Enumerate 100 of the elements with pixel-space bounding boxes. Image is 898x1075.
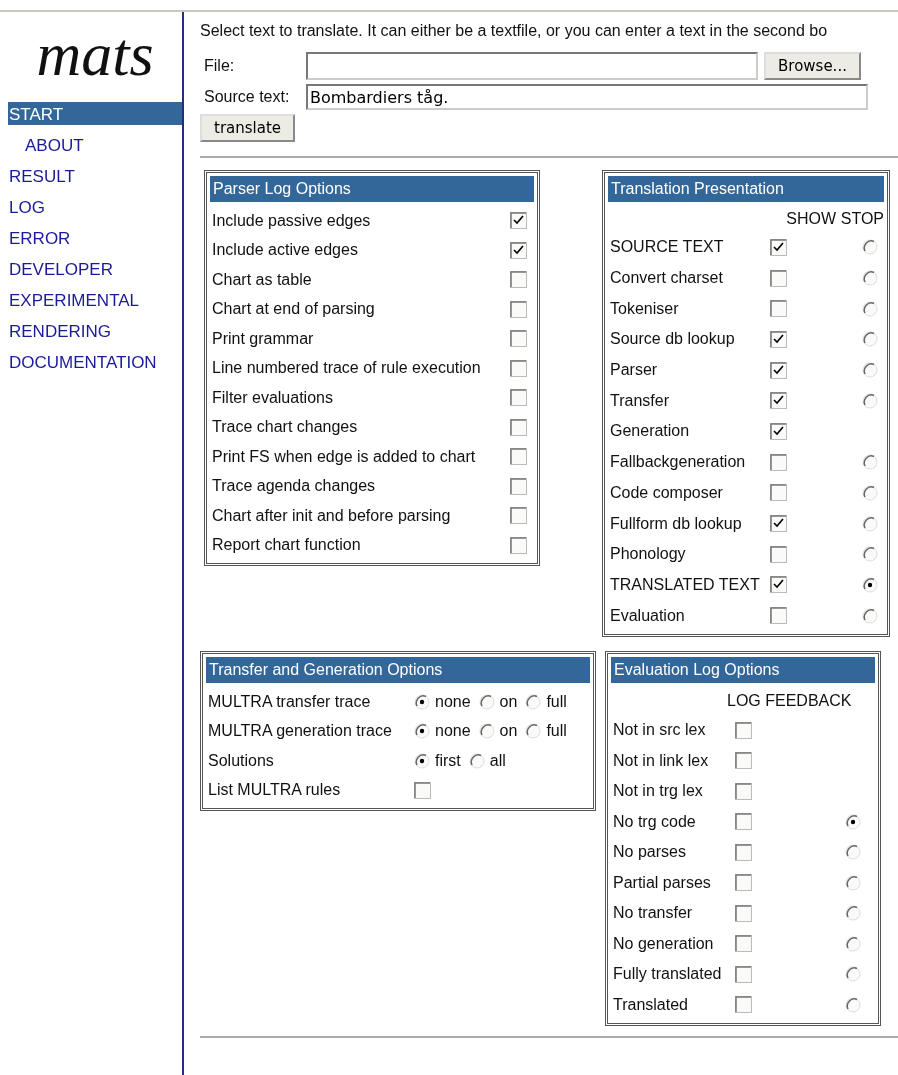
option-label: Print FS when edge is added to chart [211, 447, 477, 466]
instructions-text: Select text to translate. It can either be a textfile, or you can enter a text in the second bo [200, 22, 829, 40]
option-label: Solutions [207, 751, 275, 770]
checkbox[interactable] [510, 330, 527, 348]
radio-button[interactable] [845, 935, 861, 952]
radio-button[interactable] [478, 693, 495, 710]
checkbox[interactable] [510, 507, 527, 525]
checkbox[interactable] [510, 448, 527, 466]
nav-link[interactable]: DOCUMENTATION [8, 350, 182, 373]
nav-link[interactable]: START [8, 102, 182, 125]
nav-link[interactable]: RESULT [8, 164, 182, 187]
checkbox[interactable] [735, 752, 752, 770]
panel-title: Translation Presentation [608, 176, 884, 202]
radio-button[interactable] [862, 484, 878, 501]
checkbox[interactable] [735, 843, 752, 861]
checkbox[interactable] [770, 300, 787, 318]
checkbox[interactable] [510, 212, 527, 230]
radio-button[interactable] [862, 454, 878, 471]
checkbox[interactable] [770, 330, 787, 348]
checkbox[interactable] [770, 607, 787, 625]
checkbox[interactable] [510, 418, 527, 436]
option-label: Chart at end of parsing [211, 300, 376, 319]
checkbox[interactable] [770, 361, 787, 379]
checkbox[interactable] [735, 935, 752, 953]
checkbox[interactable] [735, 965, 752, 983]
radio-button[interactable] [862, 362, 878, 379]
option-label: Trace chart changes [211, 418, 359, 437]
checkbox[interactable] [735, 996, 752, 1014]
option-label: Fully translated [612, 965, 723, 984]
checkbox[interactable] [510, 477, 527, 495]
panel-title: Parser Log Options [210, 176, 534, 202]
radio-label: none [434, 722, 471, 741]
checkbox[interactable] [770, 238, 787, 256]
radio-button[interactable] [845, 996, 861, 1013]
radio-button[interactable] [845, 905, 861, 922]
radio-label: full [545, 722, 567, 741]
radio-label: all [488, 751, 506, 770]
radio-button[interactable] [414, 693, 430, 710]
checkbox[interactable] [735, 721, 752, 739]
radio-button[interactable] [862, 546, 878, 563]
radio-button[interactable] [414, 723, 430, 740]
radio-button[interactable] [862, 576, 878, 593]
checkbox[interactable] [770, 453, 787, 471]
option-label: MULTRA transfer trace [207, 692, 372, 711]
nav-link[interactable]: DEVELOPER [8, 257, 182, 280]
checkbox[interactable] [770, 515, 787, 533]
radio-button[interactable] [862, 392, 878, 409]
radio-button[interactable] [862, 607, 878, 624]
radio-button[interactable] [414, 752, 430, 769]
option-label: SOURCE TEXT [609, 238, 725, 257]
radio-button[interactable] [845, 813, 861, 830]
column-header: LOG [727, 691, 761, 710]
radio-label: full [545, 692, 567, 711]
checkbox[interactable] [735, 782, 752, 800]
column-header: SHOW [785, 210, 836, 228]
checkbox[interactable] [510, 536, 527, 554]
radio-button[interactable] [862, 331, 878, 348]
radio-button[interactable] [862, 270, 878, 287]
checkbox[interactable] [770, 422, 787, 440]
checkbox[interactable] [510, 271, 527, 289]
checkbox[interactable] [414, 781, 431, 799]
option-label: Generation [609, 422, 691, 441]
option-label: Convert charset [609, 269, 724, 288]
checkbox[interactable] [510, 300, 527, 318]
browse-button[interactable]: Browse... [764, 52, 861, 80]
radio-button[interactable] [845, 966, 861, 983]
radio-button[interactable] [862, 300, 878, 317]
option-label: Include passive edges [211, 211, 372, 230]
radio-button[interactable] [468, 752, 485, 769]
option-label: Phonology [609, 545, 687, 564]
checkbox[interactable] [735, 813, 752, 831]
option-label: No parses [612, 843, 687, 862]
translate-button[interactable]: translate [200, 114, 296, 142]
checkbox[interactable] [735, 904, 752, 922]
checkbox[interactable] [770, 545, 787, 563]
nav-link[interactable]: LOG [8, 195, 182, 218]
checkbox[interactable] [770, 392, 787, 410]
option-label: Include active edges [211, 241, 359, 260]
source-text-field[interactable]: Bombardiers tåg. [306, 84, 868, 110]
radio-button[interactable] [862, 515, 878, 532]
nav-link[interactable]: ABOUT [8, 133, 182, 156]
checkbox[interactable] [770, 269, 787, 287]
radio-button[interactable] [525, 693, 542, 710]
radio-button[interactable] [845, 874, 861, 891]
checkbox[interactable] [770, 484, 787, 502]
checkbox[interactable] [735, 874, 752, 892]
nav-link[interactable]: EXPERIMENTAL [8, 288, 182, 311]
logo: mats [35, 19, 155, 90]
nav-link[interactable]: ERROR [8, 226, 182, 249]
radio-button[interactable] [525, 723, 542, 740]
file-field[interactable] [306, 52, 758, 80]
radio-button[interactable] [478, 723, 495, 740]
checkbox[interactable] [510, 241, 527, 259]
checkbox[interactable] [510, 359, 527, 377]
checkbox[interactable] [510, 389, 527, 407]
option-label: Filter evaluations [211, 388, 334, 407]
checkbox[interactable] [770, 576, 787, 594]
nav-link[interactable]: RENDERING [8, 319, 182, 342]
radio-button[interactable] [845, 844, 861, 861]
radio-button[interactable] [862, 239, 878, 256]
